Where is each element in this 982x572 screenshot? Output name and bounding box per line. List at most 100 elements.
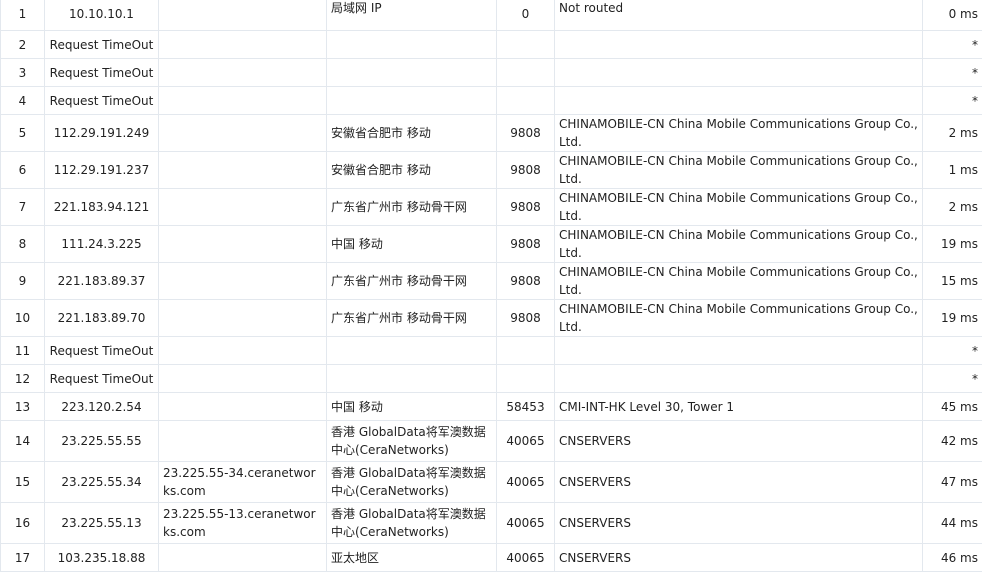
hop-number-cell: 6 xyxy=(1,152,45,189)
table-row: 10221.183.89.70广东省广州市 移动骨干网9808CHINAMOBI… xyxy=(1,300,982,337)
ip-address-cell: Request TimeOut xyxy=(45,365,159,393)
latency-cell: 47 ms xyxy=(923,462,982,503)
hop-number-cell: 8 xyxy=(1,226,45,263)
ip-address-cell: 23.225.55.34 xyxy=(45,462,159,503)
organization-cell: CNSERVERS xyxy=(555,544,923,572)
hop-number-cell: 15 xyxy=(1,462,45,503)
traceroute-table: 110.10.10.1局域网 IP0Not routed0 ms2Request… xyxy=(0,0,982,572)
as-number-cell xyxy=(497,87,555,115)
latency-cell: 46 ms xyxy=(923,544,982,572)
hostname-cell xyxy=(159,59,327,87)
hop-number-cell: 14 xyxy=(1,421,45,462)
location-cell xyxy=(327,87,497,115)
ip-address-cell: 111.24.3.225 xyxy=(45,226,159,263)
table-row: 1623.225.55.1323.225.55-13.ceranetworks.… xyxy=(1,503,982,544)
location-cell: 亚太地区 xyxy=(327,544,497,572)
table-row: 5112.29.191.249安徽省合肥市 移动9808CHINAMOBILE-… xyxy=(1,115,982,152)
location-cell: 香港 GlobalData将军澳数据中心(CeraNetworks) xyxy=(327,503,497,544)
hop-number-cell: 4 xyxy=(1,87,45,115)
hop-number-cell: 2 xyxy=(1,31,45,59)
organization-cell xyxy=(555,59,923,87)
organization-cell: CHINAMOBILE-CN China Mobile Communicatio… xyxy=(555,152,923,189)
latency-cell: 19 ms xyxy=(923,226,982,263)
hop-number-cell: 3 xyxy=(1,59,45,87)
hostname-cell xyxy=(159,87,327,115)
as-number-cell: 40065 xyxy=(497,462,555,503)
hop-number-cell: 17 xyxy=(1,544,45,572)
hop-number-cell: 10 xyxy=(1,300,45,337)
as-number-cell xyxy=(497,31,555,59)
table-row: 6112.29.191.237安徽省合肥市 移动9808CHINAMOBILE-… xyxy=(1,152,982,189)
organization-cell: CHINAMOBILE-CN China Mobile Communicatio… xyxy=(555,300,923,337)
hostname-cell xyxy=(159,300,327,337)
organization-cell xyxy=(555,337,923,365)
hostname-cell xyxy=(159,152,327,189)
organization-cell: Not routed xyxy=(555,0,923,31)
table-row: 13223.120.2.54中国 移动58453CMI-INT-HK Level… xyxy=(1,393,982,421)
hostname-cell xyxy=(159,263,327,300)
location-cell: 广东省广州市 移动骨干网 xyxy=(327,189,497,226)
latency-cell: * xyxy=(923,365,982,393)
hostname-cell xyxy=(159,0,327,31)
latency-cell: 42 ms xyxy=(923,421,982,462)
table-row: 17103.235.18.88亚太地区40065CNSERVERS46 ms xyxy=(1,544,982,572)
table-row: 4Request TimeOut* xyxy=(1,87,982,115)
ip-address-cell: 112.29.191.237 xyxy=(45,152,159,189)
footer-clipped xyxy=(0,510,982,522)
latency-cell: * xyxy=(923,31,982,59)
organization-cell: CNSERVERS xyxy=(555,503,923,544)
ip-address-cell: 221.183.89.70 xyxy=(45,300,159,337)
ip-address-cell: 112.29.191.249 xyxy=(45,115,159,152)
organization-cell: CNSERVERS xyxy=(555,462,923,503)
latency-cell: 44 ms xyxy=(923,503,982,544)
hop-number-cell: 12 xyxy=(1,365,45,393)
hostname-cell xyxy=(159,189,327,226)
hostname-cell xyxy=(159,393,327,421)
latency-cell: 15 ms xyxy=(923,263,982,300)
hop-number-cell: 16 xyxy=(1,503,45,544)
ip-address-cell: 23.225.55.13 xyxy=(45,503,159,544)
latency-cell: 2 ms xyxy=(923,115,982,152)
ip-address-cell: Request TimeOut xyxy=(45,31,159,59)
as-number-cell: 9808 xyxy=(497,263,555,300)
hop-number-cell: 1 xyxy=(1,0,45,31)
organization-cell xyxy=(555,365,923,393)
as-number-cell xyxy=(497,59,555,87)
ip-address-cell: 23.225.55.55 xyxy=(45,421,159,462)
organization-cell: CNSERVERS xyxy=(555,421,923,462)
latency-cell: * xyxy=(923,87,982,115)
location-cell: 香港 GlobalData将军澳数据中心(CeraNetworks) xyxy=(327,462,497,503)
hop-number-cell: 5 xyxy=(1,115,45,152)
latency-cell: 0 ms xyxy=(923,0,982,31)
location-cell: 安徽省合肥市 移动 xyxy=(327,152,497,189)
location-cell: 中国 移动 xyxy=(327,393,497,421)
hostname-cell xyxy=(159,226,327,263)
hostname-cell xyxy=(159,337,327,365)
table-row: 110.10.10.1局域网 IP0Not routed0 ms xyxy=(1,0,982,31)
location-cell xyxy=(327,337,497,365)
as-number-cell: 9808 xyxy=(497,189,555,226)
table-row: 3Request TimeOut* xyxy=(1,59,982,87)
ip-address-cell: 10.10.10.1 xyxy=(45,0,159,31)
hostname-cell xyxy=(159,115,327,152)
as-number-cell xyxy=(497,365,555,393)
location-cell xyxy=(327,31,497,59)
hop-number-cell: 9 xyxy=(1,263,45,300)
location-cell: 香港 GlobalData将军澳数据中心(CeraNetworks) xyxy=(327,421,497,462)
as-number-cell: 40065 xyxy=(497,544,555,572)
hop-number-cell: 11 xyxy=(1,337,45,365)
as-number-cell: 0 xyxy=(497,0,555,31)
table-row: 8111.24.3.225中国 移动9808CHINAMOBILE-CN Chi… xyxy=(1,226,982,263)
location-cell: 广东省广州市 移动骨干网 xyxy=(327,263,497,300)
table-row: 1523.225.55.3423.225.55-34.ceranetworks.… xyxy=(1,462,982,503)
hostname-cell xyxy=(159,544,327,572)
table-row: 7221.183.94.121广东省广州市 移动骨干网9808CHINAMOBI… xyxy=(1,189,982,226)
as-number-cell: 40065 xyxy=(497,421,555,462)
table-row: 12Request TimeOut * xyxy=(1,365,982,393)
as-number-cell: 9808 xyxy=(497,300,555,337)
hostname-cell xyxy=(159,421,327,462)
as-number-cell: 9808 xyxy=(497,115,555,152)
organization-cell: CMI-INT-HK Level 30, Tower 1 xyxy=(555,393,923,421)
table-row: 2Request TimeOut * xyxy=(1,31,982,59)
hostname-cell xyxy=(159,365,327,393)
